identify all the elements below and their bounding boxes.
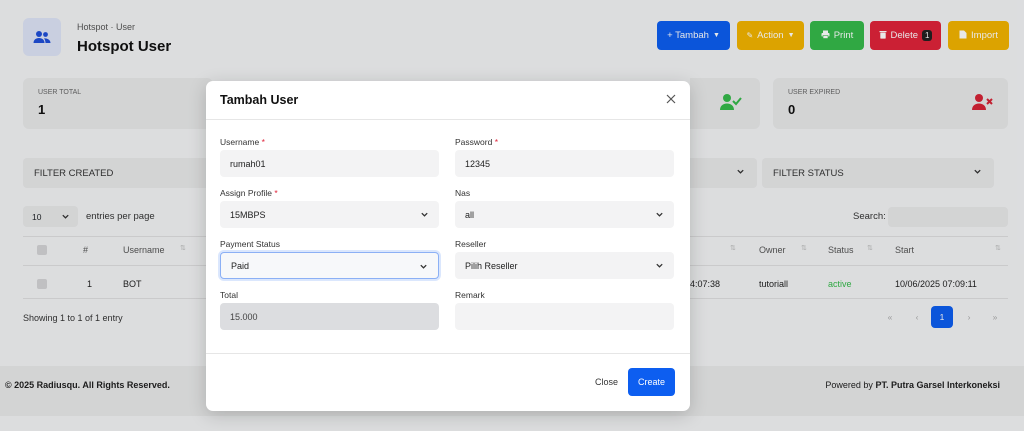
total-label: Total [220, 290, 238, 300]
nas-label: Nas [455, 188, 471, 198]
username-label: Username * [220, 137, 265, 147]
chevron-down-icon [419, 262, 428, 273]
reseller-select[interactable]: Pilih Reseller [455, 252, 674, 279]
required-mark: * [274, 188, 278, 198]
reseller-label: Reseller [455, 239, 487, 249]
chevron-down-icon [655, 261, 664, 272]
username-value: rumah01 [230, 158, 266, 169]
assign-profile-value: 15MBPS [230, 209, 266, 220]
assign-profile-label-text: Assign Profile [220, 188, 272, 198]
password-input[interactable]: 12345 [455, 150, 674, 177]
required-mark: * [261, 137, 265, 147]
modal-header: Tambah User [206, 81, 690, 120]
assign-profile-select[interactable]: 15MBPS [220, 201, 439, 228]
remark-label: Remark [455, 290, 485, 300]
create-button[interactable]: Create [628, 368, 675, 396]
close-button[interactable]: Close [595, 377, 618, 387]
tambah-user-modal: Tambah User Username * rumah01 Password … [206, 81, 690, 411]
modal-title: Tambah User [220, 93, 299, 107]
nas-select[interactable]: all [455, 201, 674, 228]
chevron-down-icon [420, 210, 429, 221]
password-label: Password * [455, 137, 498, 147]
assign-profile-label: Assign Profile * [220, 188, 278, 198]
reseller-value: Pilih Reseller [465, 260, 518, 271]
close-icon[interactable] [664, 92, 678, 106]
total-input: 15.000 [220, 303, 439, 330]
payment-status-value: Paid [231, 260, 250, 271]
username-label-text: Username [220, 137, 260, 147]
password-value: 12345 [465, 158, 491, 169]
nas-value: all [465, 209, 475, 220]
password-label-text: Password [455, 137, 493, 147]
username-input[interactable]: rumah01 [220, 150, 439, 177]
page: Hotspot · User Hotspot User + Tambah ▼ ✎… [0, 0, 1024, 431]
total-value: 15.000 [230, 311, 258, 322]
payment-status-label: Payment Status [220, 239, 281, 249]
required-mark: * [494, 137, 499, 147]
payment-status-select[interactable]: Paid [220, 252, 439, 279]
remark-input[interactable] [455, 303, 674, 330]
chevron-down-icon [655, 210, 664, 221]
